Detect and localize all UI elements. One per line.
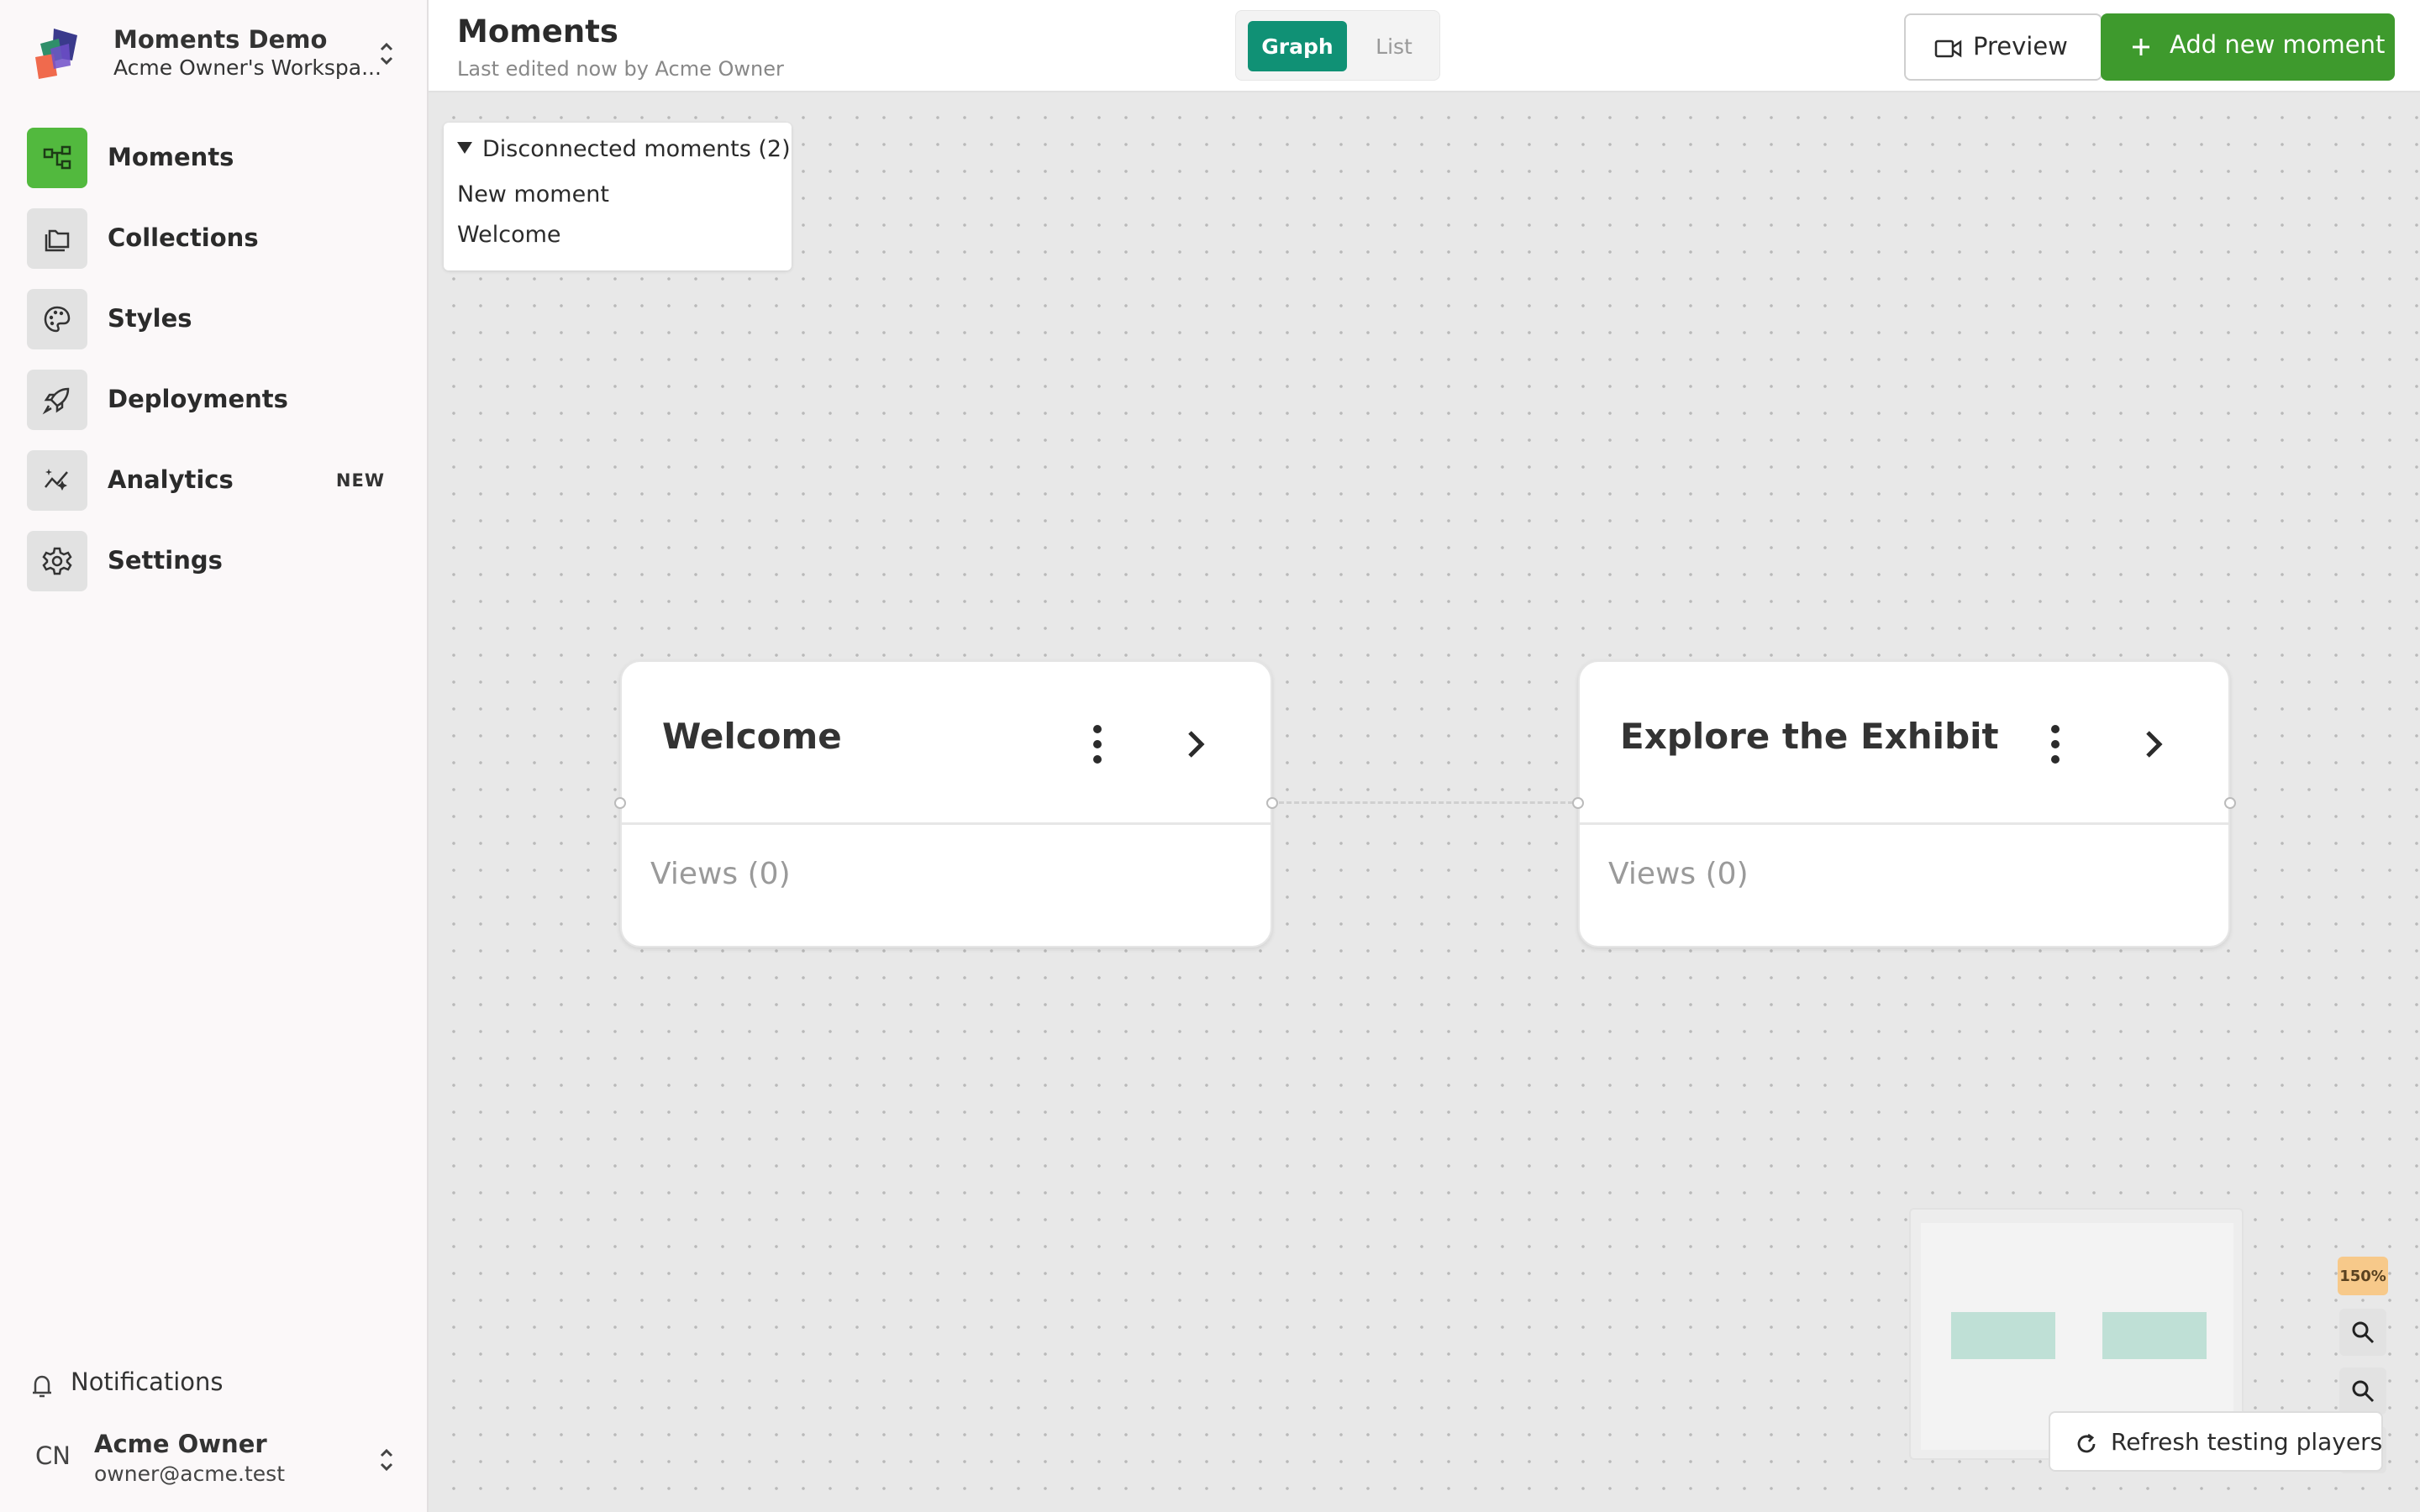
disconnected-moments-panel: Disconnected moments (2) New moment Welc…: [444, 123, 792, 270]
connection-edge: [1279, 801, 1573, 804]
minimap-node: [1951, 1312, 2055, 1359]
disconnected-moments-list: New moment Welcome: [457, 181, 609, 262]
video-camera-icon: [1934, 39, 1962, 58]
refresh-icon: [2077, 1433, 2096, 1453]
search-icon: [2352, 1321, 2375, 1344]
user-menu[interactable]: CN Acme Owner owner@acme.test: [29, 1428, 398, 1492]
workspace-name: Moments Demo: [113, 25, 328, 54]
user-email: owner@acme.test: [94, 1462, 286, 1486]
sidebar-item-settings[interactable]: Settings: [27, 529, 397, 610]
node-header: Explore the Exhibit: [1580, 662, 2228, 825]
bell-icon: [33, 1375, 51, 1398]
sidebar-item-label: Collections: [108, 223, 259, 252]
workspace-subtitle: Acme Owner's Workspa...: [113, 55, 381, 80]
sidebar-item-label: Moments: [108, 143, 234, 171]
sidebar-item-collections[interactable]: Collections: [27, 207, 397, 287]
sidebar-item-label: Deployments: [108, 385, 288, 413]
disconnected-moments-title: Disconnected moments (2): [482, 136, 791, 162]
workspace-switcher[interactable]: Moments Demo Acme Owner's Workspa...: [29, 22, 398, 84]
zoom-out-button[interactable]: [2339, 1368, 2386, 1415]
view-toggle: Graph List: [1235, 10, 1440, 81]
more-vertical-icon[interactable]: [2040, 721, 2070, 768]
app-logo-icon: [35, 29, 77, 79]
palette-icon: [27, 289, 87, 349]
sidebar-item-label: Styles: [108, 304, 192, 333]
add-new-moment-label: Add new moment: [2170, 30, 2386, 59]
graph-icon: [27, 128, 87, 188]
sidebar: Moments Demo Acme Owner's Workspa... Mom…: [0, 0, 429, 1512]
sidebar-nav: Moments Collections Styles Deployments A…: [27, 126, 397, 610]
moment-node[interactable]: Explore the Exhibit Views (0): [1572, 660, 2236, 948]
disconnected-moments-toggle[interactable]: Disconnected moments (2): [457, 136, 791, 162]
chevron-right-icon[interactable]: [1178, 724, 1212, 764]
node-input-handle[interactable]: [1572, 797, 1584, 809]
sidebar-item-deployments[interactable]: Deployments: [27, 368, 397, 449]
add-new-moment-button[interactable]: Add new moment: [2101, 13, 2395, 81]
plus-icon: [2133, 39, 2149, 55]
gear-icon: [27, 531, 87, 591]
analytics-icon: [27, 450, 87, 511]
page-title: Moments: [457, 13, 618, 50]
more-vertical-icon[interactable]: [1082, 721, 1113, 768]
last-edited-text: Last edited now by Acme Owner: [457, 57, 784, 81]
node-views: Views (0): [650, 857, 791, 891]
rocket-icon: [27, 370, 87, 430]
graph-view-button[interactable]: Graph: [1248, 21, 1347, 71]
user-name: Acme Owner: [94, 1430, 267, 1458]
folders-icon: [27, 208, 87, 269]
preview-label: Preview: [1973, 32, 2068, 60]
list-item[interactable]: Welcome: [457, 222, 609, 262]
list-item[interactable]: New moment: [457, 181, 609, 222]
top-header: Moments Last edited now by Acme Owner Gr…: [429, 0, 2420, 92]
moment-node[interactable]: Welcome Views (0): [614, 660, 1278, 948]
node-title: Explore the Exhibit: [1620, 716, 1999, 757]
refresh-testing-players-label: Refresh testing players: [2111, 1428, 2383, 1456]
sidebar-item-styles[interactable]: Styles: [27, 287, 397, 368]
zoom-in-button[interactable]: [2339, 1309, 2386, 1356]
minimap-node: [2102, 1312, 2207, 1359]
node-title: Welcome: [662, 716, 842, 757]
sidebar-item-label: Settings: [108, 546, 223, 575]
list-view-button[interactable]: List: [1360, 21, 1428, 71]
chevron-updown-icon: [380, 42, 393, 66]
notifications-label: Notifications: [71, 1368, 224, 1396]
node-output-handle[interactable]: [2224, 797, 2236, 809]
refresh-testing-players-button[interactable]: Refresh testing players: [2049, 1411, 2383, 1472]
node-input-handle[interactable]: [614, 797, 626, 809]
node-views: Views (0): [1608, 857, 1749, 891]
chevron-updown-icon: [380, 1448, 393, 1472]
zoom-level-badge: 150%: [2338, 1257, 2388, 1295]
node-output-handle[interactable]: [1266, 797, 1278, 809]
sidebar-item-label: Analytics: [108, 465, 234, 494]
node-header: Welcome: [622, 662, 1270, 825]
sidebar-item-analytics[interactable]: Analytics NEW: [27, 449, 397, 529]
chevron-right-icon[interactable]: [2136, 724, 2170, 764]
graph-canvas[interactable]: Disconnected moments (2) New moment Welc…: [429, 92, 2420, 1512]
avatar: CN: [35, 1441, 71, 1470]
search-icon: [2352, 1380, 2375, 1403]
new-badge: NEW: [335, 470, 385, 491]
sidebar-item-moments[interactable]: Moments: [27, 126, 397, 207]
caret-down-icon: [457, 141, 472, 154]
preview-button[interactable]: Preview: [1904, 13, 2102, 81]
